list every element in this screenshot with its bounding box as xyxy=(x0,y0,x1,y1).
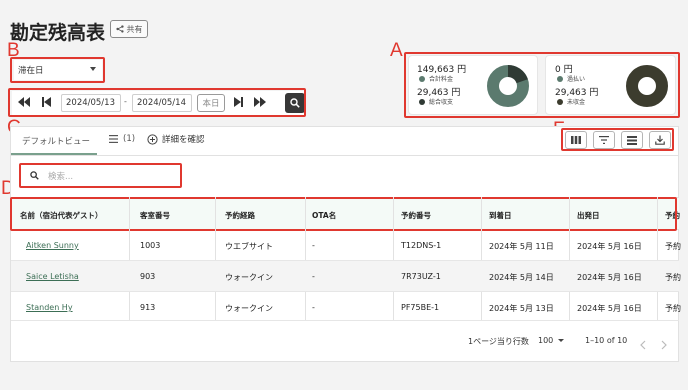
density-icon xyxy=(627,135,637,145)
ota-name: - xyxy=(312,272,315,281)
search-icon xyxy=(30,171,39,180)
rows-per-page-select[interactable]: 100 xyxy=(538,336,565,345)
date-type-select[interactable]: 滞在日 xyxy=(14,60,102,80)
ota-name: - xyxy=(312,303,315,312)
column-header-status[interactable]: 予約 xyxy=(665,210,680,221)
export-button[interactable] xyxy=(649,131,671,149)
departure-date: 2024年 5月 16日 xyxy=(577,304,642,313)
column-header-arrival[interactable]: 到着日 xyxy=(489,210,512,221)
next-page-icon[interactable] xyxy=(661,335,667,354)
booking-number: PF75BE-1 xyxy=(401,303,440,312)
column-header-name[interactable]: 名前（宿泊代表ゲスト） xyxy=(20,210,103,221)
date-type-value: 滞在日 xyxy=(18,66,44,76)
donut-segment-unreceived xyxy=(626,65,668,107)
arrival-date: 2024年 5月 11日 xyxy=(489,242,554,251)
total-legend: 合計料金 xyxy=(419,74,453,83)
fast-forward-icon[interactable] xyxy=(254,97,266,111)
share-label: 共有 xyxy=(126,24,143,34)
guest-name-link[interactable]: Saice Letisha xyxy=(26,272,79,281)
legend-dot xyxy=(419,75,425,82)
density-button[interactable] xyxy=(621,131,643,149)
chevron-down-icon xyxy=(558,339,565,342)
rows-per-page-label: 1ページ当り行数 xyxy=(468,337,529,346)
booking-channel: ウォークイン xyxy=(225,304,273,313)
receivable-summary-card: 0 円 過払い 29,463 円 未収金 xyxy=(545,55,676,115)
columns-button[interactable] xyxy=(565,131,587,149)
tab-divider xyxy=(11,155,679,156)
previous-page-icon[interactable] xyxy=(640,335,646,354)
column-header-room[interactable]: 客室番号 xyxy=(140,210,170,221)
column-header-channel[interactable]: 予約経路 xyxy=(225,210,255,221)
receivable-donut-chart xyxy=(626,65,668,107)
search-placeholder: 検索... xyxy=(48,171,74,182)
overpaid-legend: 過払い xyxy=(557,74,585,83)
column-header-ota[interactable]: OTA名 xyxy=(312,210,336,221)
booking-status: 予約 xyxy=(665,304,681,313)
table-header-row: 名前（宿泊代表ゲスト） 客室番号 予約経路 OTA名 予約番号 到着日 出発日 … xyxy=(11,197,680,230)
room-number: 1003 xyxy=(140,241,161,250)
column-header-booking-number[interactable]: 予約番号 xyxy=(401,210,431,221)
rows-per-page-value: 100 xyxy=(538,336,554,345)
table-row[interactable]: Aitken Sunny 1003 ウエブサイト - T12DNS-1 2024… xyxy=(11,230,681,261)
booking-number: 7R73UZ-1 xyxy=(401,272,441,281)
departure-date: 2024年 5月 16日 xyxy=(577,273,642,282)
rewind-icon[interactable] xyxy=(18,97,30,111)
booking-channel: ウエブサイト xyxy=(225,242,273,251)
guest-name-link[interactable]: Aitken Sunny xyxy=(26,241,79,250)
share-icon xyxy=(115,25,124,33)
departure-date: 2024年 5月 16日 xyxy=(577,242,642,251)
details-label: 詳細を確認 xyxy=(162,135,205,145)
skip-forward-icon[interactable] xyxy=(234,97,243,111)
start-date-field[interactable]: 2024/05/13 xyxy=(61,94,121,112)
guest-name-link[interactable]: Standen Hy xyxy=(26,303,73,312)
table-search-input[interactable]: 検索... xyxy=(22,166,180,185)
end-date-field[interactable]: 2024/05/14 xyxy=(132,94,192,112)
ota-name: - xyxy=(312,241,315,250)
booking-status: 予約 xyxy=(665,242,681,251)
date-navigation-bar: 2024/05/13 - 2024/05/14 本日 xyxy=(12,91,305,115)
legend-dot xyxy=(557,75,563,82)
annotation-label-a: A xyxy=(390,40,403,61)
columns-icon xyxy=(571,136,581,144)
add-circle-icon xyxy=(147,133,158,145)
column-header-departure[interactable]: 出発日 xyxy=(577,210,600,221)
arrival-date: 2024年 5月 13日 xyxy=(489,304,554,313)
today-button[interactable]: 本日 xyxy=(197,94,225,112)
date-search-button[interactable] xyxy=(285,93,305,113)
share-button[interactable]: 共有 xyxy=(110,20,148,38)
list-icon xyxy=(109,135,118,143)
tab-column-filter[interactable]: (1) xyxy=(109,134,135,144)
chevron-down-icon xyxy=(90,67,96,71)
legend-dot xyxy=(557,98,563,105)
filter-icon xyxy=(599,136,609,144)
tab-view-details[interactable]: 詳細を確認 xyxy=(147,133,205,145)
filter-count: (1) xyxy=(123,134,136,144)
room-number: 903 xyxy=(140,272,156,281)
received-legend: 総合収支 xyxy=(419,97,453,106)
arrival-date: 2024年 5月 14日 xyxy=(489,273,554,282)
filter-button[interactable] xyxy=(593,131,615,149)
balance-summary-card: 149,663 円 合計料金 29,463 円 総合収支 xyxy=(408,55,538,115)
skip-back-icon[interactable] xyxy=(42,97,51,111)
download-icon xyxy=(655,135,665,145)
booking-channel: ウォークイン xyxy=(225,273,273,282)
tab-default-view[interactable]: デフォルトビュー xyxy=(22,135,90,147)
table-row[interactable]: Saice Letisha 903 ウォークイン - 7R73UZ-1 2024… xyxy=(11,261,681,292)
pagination-range: 1–10 of 10 xyxy=(585,336,628,345)
booking-number: T12DNS-1 xyxy=(401,241,442,250)
booking-status: 予約 xyxy=(665,273,681,282)
unreceived-legend: 未収金 xyxy=(557,97,585,106)
legend-dot xyxy=(419,98,425,105)
page-title: 勘定残高表 xyxy=(10,22,106,44)
date-separator: - xyxy=(124,97,127,106)
room-number: 913 xyxy=(140,303,156,312)
table-row[interactable]: Standen Hy 913 ウォークイン - PF75BE-1 2024年 5… xyxy=(11,292,681,321)
balance-donut-chart xyxy=(487,65,529,107)
search-icon xyxy=(290,98,300,108)
annotation-label-b: B xyxy=(7,40,20,61)
